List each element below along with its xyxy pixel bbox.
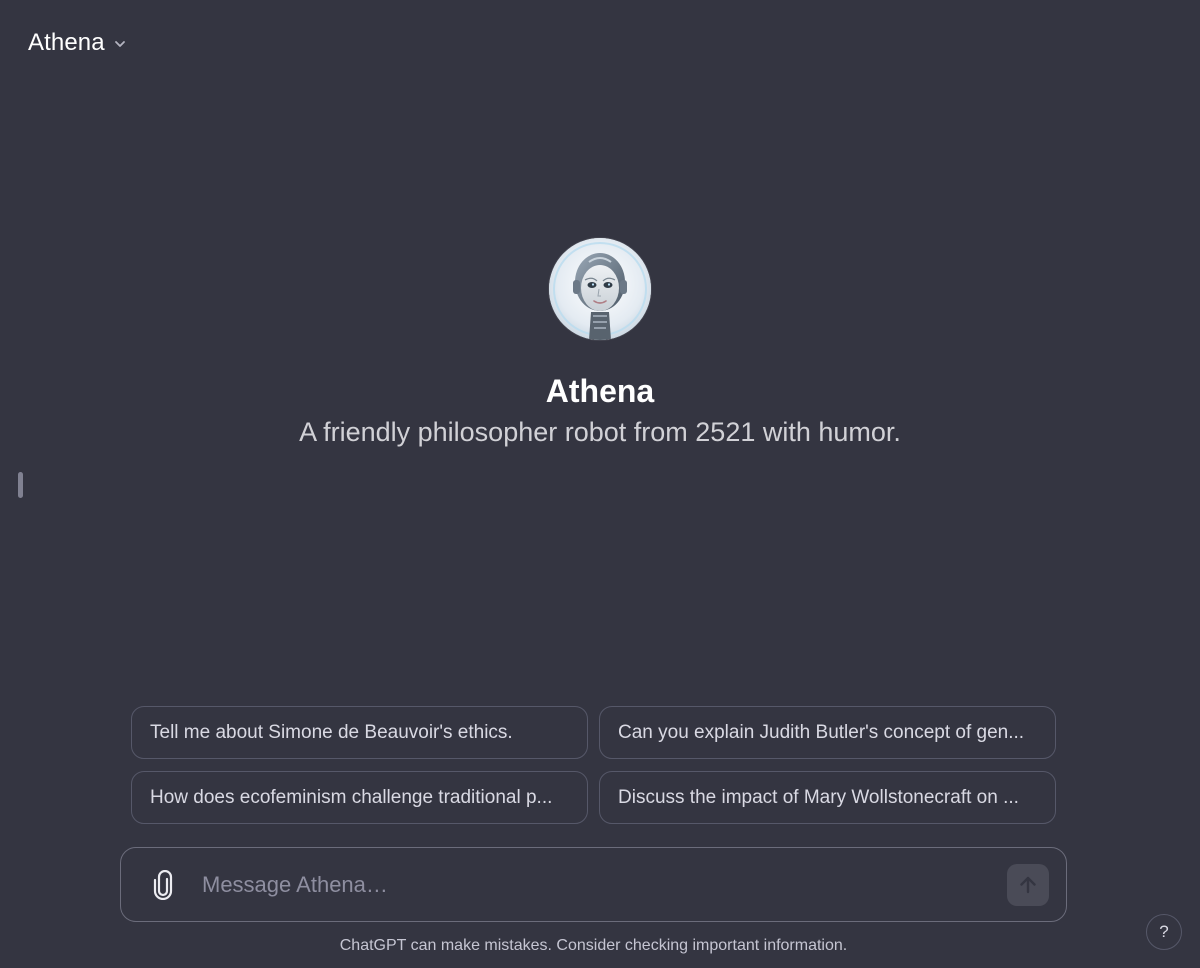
starter-button-ecofeminism[interactable]: How does ecofeminism challenge tradition… — [131, 771, 588, 824]
starter-label: Discuss the impact of Mary Wollstonecraf… — [618, 786, 1019, 808]
arrow-up-icon — [1020, 876, 1036, 893]
message-input[interactable] — [200, 863, 1007, 906]
help-button[interactable]: ? — [1146, 914, 1182, 950]
gpt-switcher-title: Athena — [28, 29, 105, 56]
starter-label: How does ecofeminism challenge tradition… — [150, 786, 553, 808]
starter-label: Tell me about Simone de Beauvoir's ethic… — [150, 721, 513, 743]
message-composer — [120, 847, 1067, 922]
starter-button-butler[interactable]: Can you explain Judith Butler's concept … — [599, 706, 1056, 759]
robot-avatar-icon — [549, 238, 651, 340]
chat-page: Athena Athena A friendly philosopher rob… — [0, 0, 1200, 968]
conversation-starters: Tell me about Simone de Beauvoir's ethic… — [131, 706, 1056, 824]
starter-button-beauvoir[interactable]: Tell me about Simone de Beauvoir's ethic… — [131, 706, 588, 759]
paperclip-icon[interactable] — [143, 865, 183, 905]
gpt-name: Athena — [545, 373, 655, 409]
chevron-down-icon — [113, 37, 127, 51]
starter-label: Can you explain Judith Butler's concept … — [618, 721, 1025, 743]
gpt-switcher[interactable]: Athena — [18, 22, 137, 64]
disclaimer-text: ChatGPT can make mistakes. Consider chec… — [339, 937, 848, 954]
send-button[interactable] — [1007, 863, 1049, 906]
sidebar-toggle-handle[interactable] — [18, 472, 23, 498]
gpt-intro: Athena A friendly philosopher robot from… — [0, 238, 1200, 449]
starter-button-wollstonecraft[interactable]: Discuss the impact of Mary Wollstonecraf… — [599, 771, 1056, 824]
gpt-avatar — [549, 238, 651, 340]
gpt-description: A friendly philosopher robot from 2521 w… — [299, 417, 901, 447]
